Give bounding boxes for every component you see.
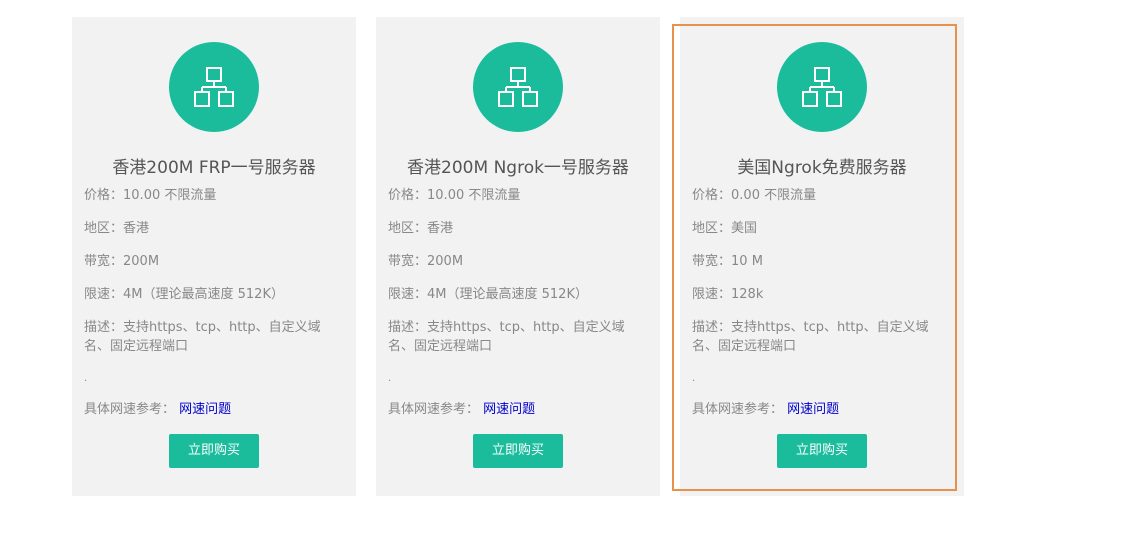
speed-issue-link[interactable]: 网速问题 xyxy=(787,402,839,417)
speed-issue-link[interactable]: 网速问题 xyxy=(483,402,535,417)
price-row: 价格：10.00 不限流量 xyxy=(84,188,217,203)
bandwidth-row: 带宽：200M xyxy=(84,254,160,269)
server-title: 香港200M Ngrok一号服务器 xyxy=(407,158,629,178)
buy-now-button[interactable]: 立即购买 xyxy=(777,434,867,468)
description-row: 描述：支持https、tcp、http、自定义域名、固定远程端口 xyxy=(84,320,321,354)
reference-row: 具体网速参考： 网速问题 xyxy=(692,402,840,417)
region-row: 地区：香港 xyxy=(84,221,150,236)
server-card: 香港200M FRP一号服务器 价格：10.00 不限流量 地区：香港 带宽：2… xyxy=(72,17,356,496)
buy-now-button[interactable]: 立即购买 xyxy=(169,434,259,468)
server-title: 香港200M FRP一号服务器 xyxy=(112,158,316,178)
description-row: 描述：支持https、tcp、http、自定义域名、固定远程端口 xyxy=(388,320,625,354)
network-topology-icon xyxy=(169,42,259,132)
speed-issue-link[interactable]: 网速问题 xyxy=(179,402,231,417)
network-topology-icon xyxy=(473,42,563,132)
bandwidth-row: 带宽：200M xyxy=(388,254,464,269)
network-topology-icon xyxy=(777,42,867,132)
speed-limit-row: 限速：4M（理论最高速度 512K） xyxy=(84,287,284,302)
server-card: 美国Ngrok免费服务器 价格：0.00 不限流量 地区：美国 带宽：10 M … xyxy=(680,17,964,496)
server-card: 香港200M Ngrok一号服务器 价格：10.00 不限流量 地区：香港 带宽… xyxy=(376,17,660,496)
server-title: 美国Ngrok免费服务器 xyxy=(737,158,907,178)
dot-separator: · xyxy=(84,376,88,387)
speed-limit-row: 限速：4M（理论最高速度 512K） xyxy=(388,287,588,302)
bandwidth-row: 带宽：10 M xyxy=(692,254,763,269)
buy-now-button[interactable]: 立即购买 xyxy=(473,434,563,468)
description-row: 描述：支持https、tcp、http、自定义域名、固定远程端口 xyxy=(692,320,929,354)
dot-separator: · xyxy=(692,376,696,387)
region-row: 地区：香港 xyxy=(388,221,454,236)
speed-limit-row: 限速：128k xyxy=(692,287,764,302)
price-row: 价格：0.00 不限流量 xyxy=(692,188,817,203)
reference-row: 具体网速参考： 网速问题 xyxy=(388,402,536,417)
dot-separator: · xyxy=(388,376,392,387)
region-row: 地区：美国 xyxy=(692,221,758,236)
price-row: 价格：10.00 不限流量 xyxy=(388,188,521,203)
reference-row: 具体网速参考： 网速问题 xyxy=(84,402,232,417)
